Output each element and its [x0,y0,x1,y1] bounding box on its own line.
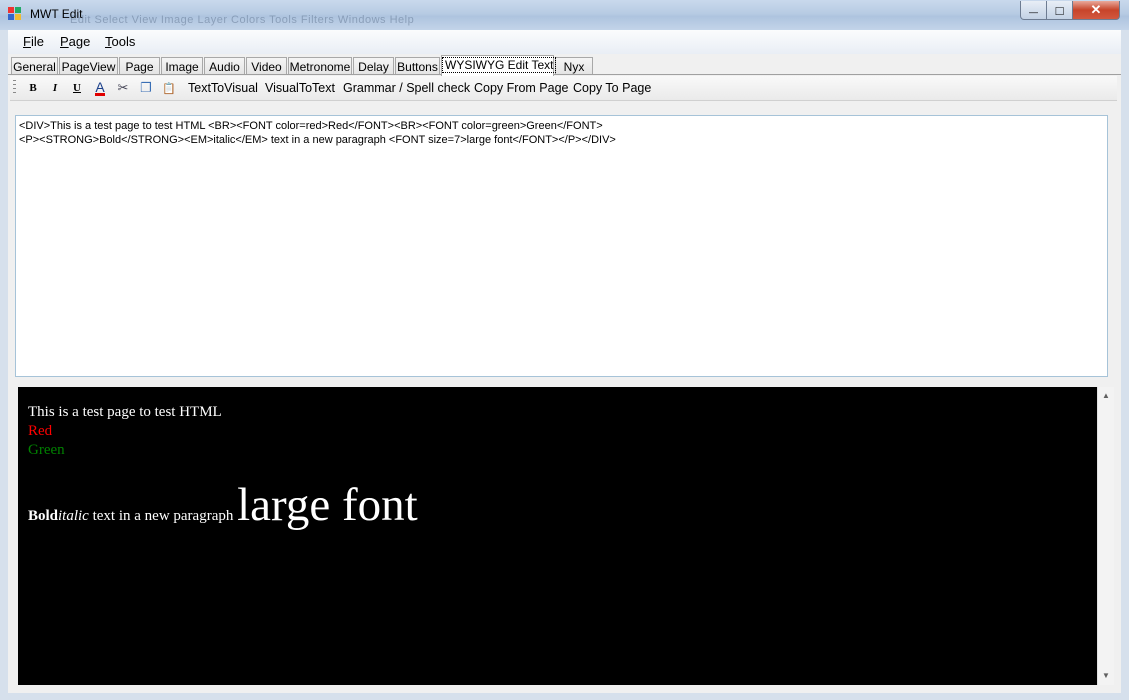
menu-tools[interactable]: Tools [105,34,135,49]
font-color-icon: A [95,78,105,96]
preview-large-text: large font [237,479,418,531]
close-icon: ✕ [1090,2,1102,17]
window-client: File Page Tools General PageView Page Im… [8,30,1121,693]
cut-button[interactable]: ✂ [114,79,132,97]
minimize-button[interactable]: — [1020,1,1047,20]
preview-red-text: Red [28,423,53,439]
italic-icon: I [52,82,58,94]
underline-icon: U [73,82,81,94]
html-source-editor[interactable]: <DIV>This is a test page to test HTML <B… [15,115,1108,377]
tab-page-label: Page [125,60,154,74]
tab-audio[interactable]: Audio [204,57,245,74]
menu-tools-label: ools [111,34,136,49]
paste-button[interactable]: 📋 [160,79,178,97]
tab-general[interactable]: General [11,57,58,74]
tab-metronome[interactable]: Metronome [288,57,352,74]
grammar-spell-check-button[interactable]: Grammar / Spell check [343,79,470,97]
background-window-menu: Edit Select View Image Layer Colors Tool… [70,14,415,26]
minimize-icon: — [1029,7,1038,17]
tab-audio-label: Audio [209,60,240,74]
tab-buttons[interactable]: Buttons [395,57,440,74]
tab-general-label: General [13,60,56,74]
menu-file-label: ile [30,34,44,49]
tab-nyx-label: Nyx [563,60,585,74]
tab-nyx[interactable]: Nyx [555,57,593,74]
italic-button[interactable]: I [46,79,64,97]
clipboard-icon: 📋 [162,82,176,95]
visual-to-text-button[interactable]: VisualToText [265,79,335,97]
maximize-icon: □ [1055,2,1064,18]
preview-italic-text: italic [58,508,89,524]
tab-video[interactable]: Video [246,57,287,74]
copy-button[interactable]: ❐ [137,79,155,97]
preview-scrollbar[interactable]: ▲ ▼ [1097,387,1114,685]
underline-button[interactable]: U [68,79,86,97]
text-to-visual-label: TextToVisual [188,81,258,95]
tab-delay-label: Delay [358,60,389,74]
menu-file-accel: F [23,34,31,49]
scroll-down-icon[interactable]: ▼ [1102,671,1110,680]
menu-page[interactable]: Page [60,34,90,49]
tab-image-label: Image [165,60,199,74]
close-button[interactable]: ✕ [1073,1,1120,20]
tab-image[interactable]: Image [161,57,203,74]
scroll-up-icon[interactable]: ▲ [1102,391,1110,400]
app-icon [8,7,22,21]
edit-toolbar: B I U A ✂ ❐ 📋 TextToVisual VisualToText … [10,76,1117,101]
preview-normal-text: text in a new paragraph [88,508,238,524]
menu-bar: File Page Tools [8,30,1121,54]
preview-green-text: Green [28,442,65,458]
tab-strip: General PageView Page Image Audio Video … [8,55,1121,76]
menu-page-label: age [68,34,91,49]
menu-page-accel: P [60,34,69,49]
copy-from-page-button[interactable]: Copy From Page [474,79,568,97]
visual-to-text-label: VisualToText [265,81,335,95]
text-to-visual-button[interactable]: TextToVisual [188,79,258,97]
preview-paragraph: Bolditalic text in a new paragraph large… [28,478,418,532]
maximize-button[interactable]: □ [1047,1,1073,20]
tab-pageview-label: PageView [61,60,116,74]
tab-wysiwyg-edit-text[interactable]: WYSIWYG Edit Text [441,55,557,76]
scissors-icon: ✂ [117,80,129,95]
preview-line-text: This is a test page to test HTML [28,404,222,420]
tab-delay[interactable]: Delay [353,57,394,74]
tab-divider [8,74,1121,75]
copy-to-page-label: Copy To Page [573,81,652,95]
tab-pageview[interactable]: PageView [59,57,118,74]
tab-page[interactable]: Page [119,57,160,74]
bold-button[interactable]: B [24,79,42,97]
toolbar-grip[interactable] [13,80,16,96]
bold-icon: B [29,82,37,94]
tab-wysiwyg-label: WYSIWYG Edit Text [442,57,557,73]
tab-video-label: Video [251,60,282,74]
grammar-label: Grammar / Spell check [343,81,471,95]
tab-metronome-label: Metronome [289,60,351,74]
visual-preview[interactable]: This is a test page to test HTML Red Gre… [18,387,1097,685]
copy-to-page-button[interactable]: Copy To Page [573,79,651,97]
copy-icon: ❐ [140,80,152,95]
title-bar: MWT Edit Edit Select View Image Layer Co… [0,0,1129,30]
copy-from-page-label: Copy From Page [474,81,569,95]
font-color-button[interactable]: A [91,79,109,97]
menu-file[interactable]: File [23,34,44,49]
tab-buttons-label: Buttons [397,60,438,74]
preview-bold-text: Bold [28,508,59,524]
